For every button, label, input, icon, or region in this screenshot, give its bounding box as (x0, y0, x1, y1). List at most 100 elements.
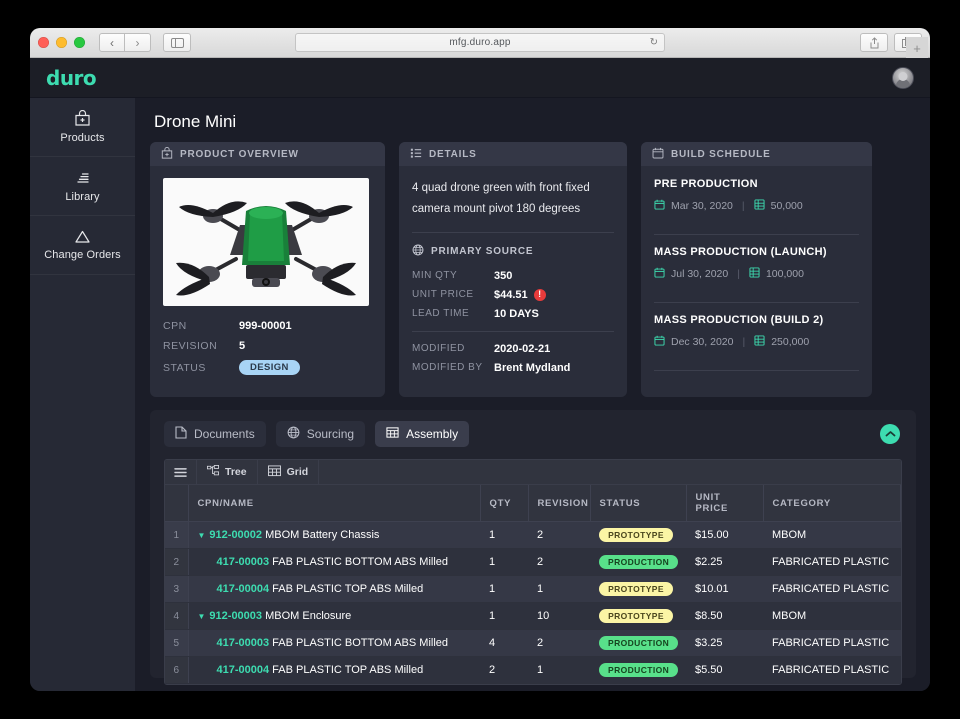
table-row[interactable]: 5 417-00003 FAB PLASTIC BOTTOM ABS Mille… (165, 629, 901, 657)
row-qty: 1 (480, 548, 528, 576)
col-unit-price[interactable]: UNIT PRICE (686, 485, 764, 522)
table-row[interactable]: 2 417-00003 FAB PLASTIC BOTTOM ABS Mille… (165, 548, 901, 576)
row-status: PRODUCTION (590, 548, 686, 576)
row-cpn[interactable]: 417-00004 (217, 583, 270, 595)
table-row[interactable]: 4 ▼ 912-00003 MBOM Enclosure 1 10 PROTOTY… (165, 602, 901, 630)
row-index: 4 (165, 602, 189, 630)
row-revision: 1 (528, 656, 590, 684)
avatar[interactable] (892, 66, 914, 89)
col-category[interactable]: CATEGORY (763, 485, 901, 522)
product-overview-card: PRODUCT OVERVIEW CPN 999-00001 REVISION … (150, 142, 385, 397)
expand-caret-icon[interactable]: ▼ (198, 531, 206, 540)
row-cpn-name: 417-00004 FAB PLASTIC TOP ABS Milled (188, 575, 480, 603)
app-body: Products Library Change Orders Drone Min… (30, 98, 930, 691)
list-icon (410, 147, 422, 162)
row-category: MBOM (763, 521, 901, 549)
col-qty[interactable]: QTY (480, 485, 529, 522)
separator: | (741, 200, 745, 212)
table-row[interactable]: 3 417-00004 FAB PLASTIC TOP ABS Milled 1… (165, 575, 901, 603)
row-status: PROTOTYPE (590, 602, 686, 630)
field-label: REVISION (163, 340, 218, 352)
row-status: PRODUCTION (590, 656, 686, 684)
expand-caret-icon[interactable]: ▼ (198, 612, 206, 621)
sidebar-item-change-orders[interactable]: Change Orders (30, 216, 135, 275)
status-badge: PROTOTYPE (599, 582, 673, 596)
tab-assembly[interactable]: Assembly (375, 421, 470, 447)
source-field: MIN QTY 350 (412, 270, 614, 282)
forward-button[interactable]: › (125, 33, 151, 52)
collapse-panel-button[interactable] (880, 424, 900, 444)
sidebar-item-label: Change Orders (44, 249, 121, 261)
row-cpn[interactable]: 417-00003 (217, 637, 270, 649)
separator: | (737, 268, 740, 280)
col-index[interactable] (165, 485, 189, 522)
sidebar-item-label: Library (65, 191, 100, 203)
status-badge: PROTOTYPE (599, 528, 673, 542)
grid-view-icon (267, 464, 281, 480)
app-topbar: duro (30, 58, 930, 98)
row-cpn[interactable]: 912-00003 (209, 610, 262, 622)
main-content: Drone Mini PRODUCT OVERVIEW CPN 999-0000… (136, 98, 930, 691)
schedule-item: PRE PRODUCTION Mar 30, 2020 | 50,000 (654, 178, 859, 223)
status-badge: PRODUCTION (599, 636, 679, 650)
nav-buttons: ‹ › (99, 33, 151, 52)
close-window-button[interactable] (38, 37, 49, 48)
grid-quantity-icon (754, 335, 765, 349)
sidebar-item-products[interactable]: Products (30, 98, 135, 157)
card-body: CPN 999-00001 REVISION 5 STATUS DESIGN (150, 166, 385, 397)
browser-window: ‹ › mfg.duro.app ↻ + duro Products Libra… (30, 28, 930, 691)
grid-quantity-icon (749, 267, 760, 281)
status-badge: PROTOTYPE (599, 609, 673, 623)
status-badge: PRODUCTION (599, 663, 679, 677)
card-title: PRODUCT OVERVIEW (180, 148, 299, 160)
row-cpn[interactable]: 417-00003 (217, 556, 270, 568)
minimize-window-button[interactable] (56, 37, 67, 48)
divider (412, 330, 614, 332)
row-cpn[interactable]: 912-00002 (209, 529, 262, 541)
table-header-row: CPN/NAME QTY REVISION STATUS UNIT PRICE … (165, 485, 901, 522)
maximize-window-button[interactable] (74, 37, 85, 48)
tree-view-button[interactable]: Tree (197, 460, 258, 485)
reload-icon[interactable]: ↻ (650, 37, 658, 48)
address-bar[interactable]: mfg.duro.app ↻ (295, 33, 665, 52)
row-index: 3 (165, 575, 189, 603)
col-revision[interactable]: REVISION (528, 485, 591, 522)
back-button[interactable]: ‹ (99, 33, 125, 52)
row-name: MBOM Enclosure (265, 610, 352, 622)
table-row[interactable]: 6 417-00004 FAB PLASTIC TOP ABS Milled 2… (165, 656, 901, 684)
tool-label: Grid (286, 466, 309, 478)
col-cpn-name[interactable]: CPN/NAME (188, 485, 481, 522)
alert-error-icon[interactable]: ! (533, 288, 546, 301)
assembly-table: CPN/NAME QTY REVISION STATUS UNIT PRICE … (165, 485, 901, 684)
row-cpn[interactable]: 417-00004 (217, 664, 270, 676)
row-name: FAB PLASTIC BOTTOM ABS Milled (272, 637, 449, 649)
grid-view-button[interactable]: Grid (258, 460, 320, 485)
new-tab-button[interactable]: + (906, 37, 928, 59)
duro-logo[interactable]: duro (46, 66, 97, 90)
row-category: FABRICATED PLASTIC (763, 575, 901, 603)
tab-label: Documents (194, 427, 255, 441)
col-status[interactable]: STATUS (590, 485, 687, 522)
tab-documents[interactable]: Documents (164, 421, 266, 447)
sidebar-item-library[interactable]: Library (30, 157, 135, 216)
row-status: PRODUCTION (590, 629, 686, 657)
tab-label: Assembly (406, 427, 459, 441)
field-label: STATUS (163, 361, 206, 374)
field-label: CPN (163, 320, 187, 332)
change-orders-triangle-icon (74, 229, 91, 244)
share-icon[interactable] (860, 33, 888, 52)
chevron-up-icon (885, 425, 896, 443)
sidebar-toggle-icon[interactable] (163, 33, 191, 52)
summary-cards: PRODUCT OVERVIEW CPN 999-00001 REVISION … (150, 142, 916, 397)
schedule-meta: Dec 30, 2020 | 250,000 (654, 335, 859, 349)
divider (654, 302, 859, 303)
table-row[interactable]: 1 ▼ 912-00002 MBOM Battery Chassis 1 2 PR… (165, 521, 901, 549)
product-description: 4 quad drone green with front fixed came… (412, 182, 590, 216)
grid-quantity-icon (754, 199, 765, 213)
hamburger-menu-icon[interactable] (165, 460, 197, 485)
field-label: LEAD TIME (412, 308, 470, 320)
sidebar-item-label: Products (60, 132, 105, 144)
tab-sourcing[interactable]: Sourcing (275, 421, 366, 447)
drone-illustration (176, 201, 356, 296)
row-qty: 1 (480, 602, 528, 630)
